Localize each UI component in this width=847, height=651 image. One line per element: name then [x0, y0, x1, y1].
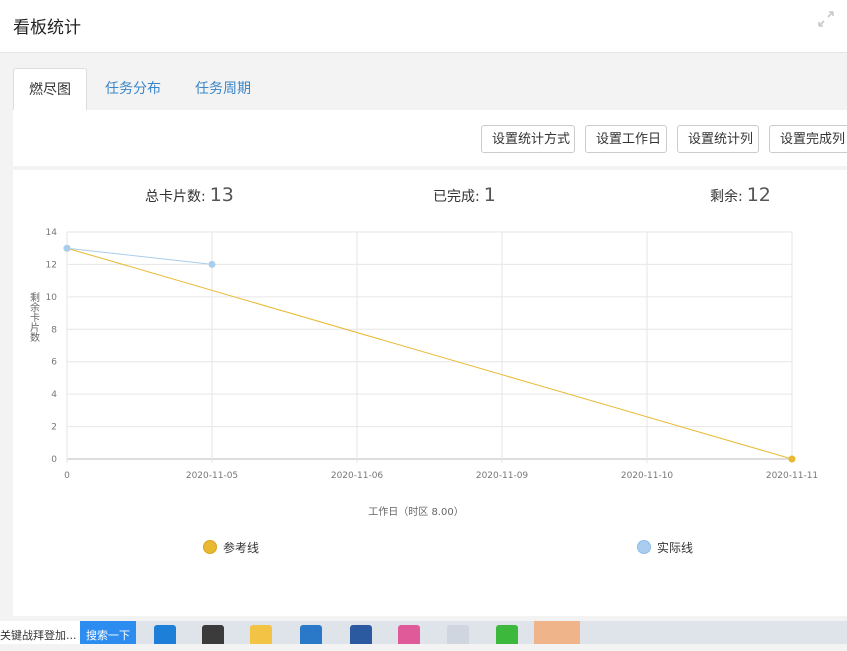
- photos-icon[interactable]: [398, 625, 420, 644]
- series-line-1: [66, 247, 213, 265]
- series-point-1[interactable]: [63, 244, 71, 252]
- series-line-0: [66, 247, 793, 460]
- legend-reference-label: 参考线: [223, 541, 260, 555]
- edge-icon[interactable]: [154, 625, 176, 644]
- series-point-0[interactable]: [788, 455, 796, 463]
- y-tick-label: 8: [51, 325, 57, 335]
- x-tick-label: 2020-11-05: [186, 471, 238, 481]
- set-stat-method-button[interactable]: 设置统计方式: [481, 125, 575, 153]
- toolbar: 设置统计方式 设置工作日 设置统计列 设置完成列: [13, 110, 847, 166]
- y-tick-label: 14: [46, 228, 58, 238]
- x-tick-label: 2020-11-09: [476, 471, 529, 481]
- burndown-panel: 总卡片数: 13 已完成: 1 剩余: 12 0 2 4 6 8 10 12 14 0 2020-11…: [13, 170, 847, 616]
- tab-task-distribution[interactable]: 任务分布: [93, 68, 173, 110]
- taskbar-search-text[interactable]: 关键战拜登加...: [0, 621, 80, 644]
- legend-reference-swatch: [203, 540, 217, 554]
- x-tick-label: 0: [64, 471, 70, 481]
- y-tick-label: 10: [46, 293, 58, 303]
- x-tick-label: 2020-11-11: [766, 471, 818, 481]
- legend-actual-label: 实际线: [657, 541, 694, 555]
- y-tick-label: 6: [51, 358, 57, 368]
- series-point-1[interactable]: [208, 260, 216, 268]
- taskbar: 关键战拜登加... 搜索一下: [0, 621, 847, 644]
- burndown-chart: 0 2 4 6 8 10 12 14 0 2020-11-05 2020-11-06 2020-11…: [30, 228, 818, 518]
- tab-task-cycle[interactable]: 任务周期: [183, 68, 263, 110]
- expand-icon[interactable]: [817, 10, 835, 28]
- y-tick-label: 4: [51, 390, 57, 400]
- x-axis-label: 工作日（时区 8.00）: [368, 506, 463, 518]
- mail-icon[interactable]: [300, 625, 322, 644]
- iqiyi-icon[interactable]: [534, 621, 580, 644]
- folder-icon[interactable]: [250, 625, 272, 644]
- page-header: 看板统计: [0, 0, 847, 53]
- taskbar-search-button[interactable]: 搜索一下: [80, 621, 136, 644]
- page-title: 看板统计: [13, 18, 81, 38]
- tab-burndown[interactable]: 燃尽图: [13, 68, 87, 111]
- legend-actual[interactable]: 实际线: [637, 539, 693, 556]
- y-tick-label: 0: [51, 455, 57, 465]
- file-icon[interactable]: [447, 625, 469, 644]
- legend-reference[interactable]: 参考线: [203, 539, 259, 556]
- store-icon[interactable]: [202, 625, 224, 644]
- set-stat-column-button[interactable]: 设置统计列: [677, 125, 759, 153]
- y-tick-label: 12: [46, 260, 57, 270]
- y-tick-label: 2: [51, 423, 57, 433]
- x-tick-label: 2020-11-10: [621, 471, 674, 481]
- powershell-icon[interactable]: [350, 625, 372, 644]
- set-workday-button[interactable]: 设置工作日: [585, 125, 667, 153]
- wechat-icon[interactable]: [496, 625, 518, 644]
- set-done-column-button[interactable]: 设置完成列: [769, 125, 847, 153]
- legend-actual-swatch: [637, 540, 651, 554]
- y-axis-label: 剩余卡片数: [30, 291, 40, 344]
- x-tick-label: 2020-11-06: [331, 471, 384, 481]
